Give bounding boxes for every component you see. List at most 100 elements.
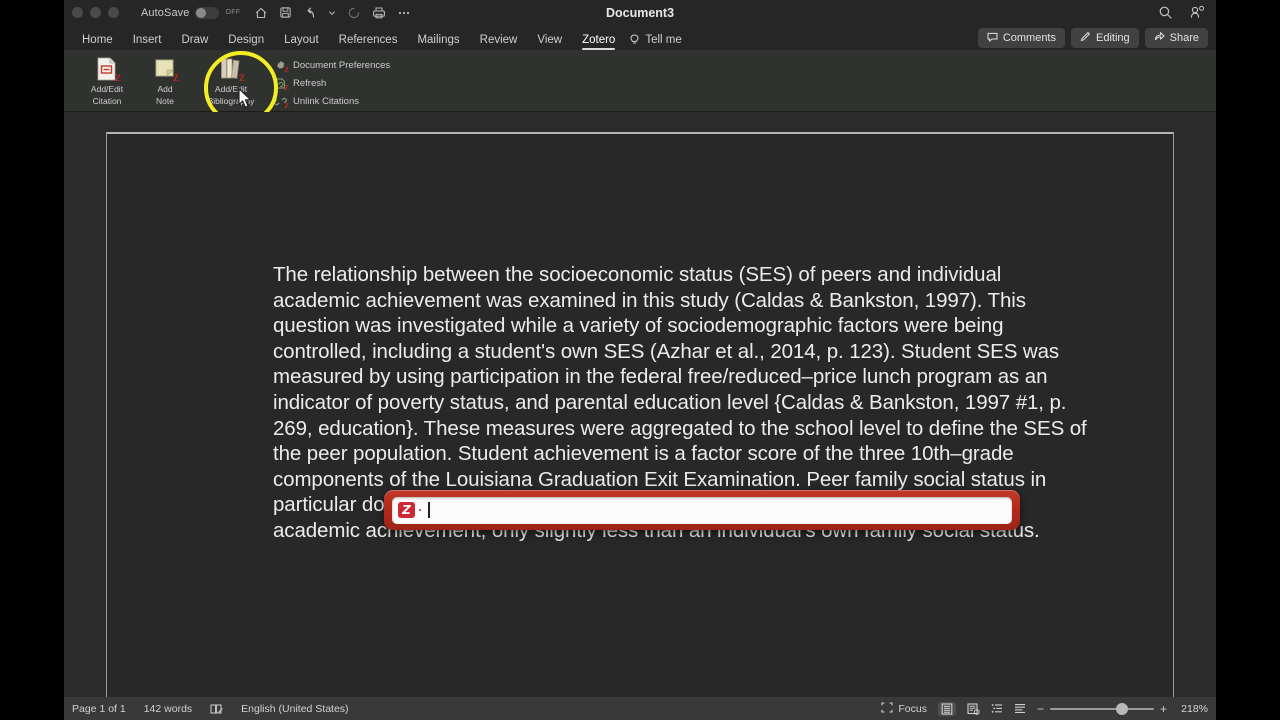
unlink-citations-icon: Z xyxy=(274,95,289,110)
document-preferences-button[interactable]: Z Document Preferences xyxy=(274,58,391,74)
autosave-toggle[interactable]: AutoSave OFF xyxy=(141,6,241,19)
comment-icon xyxy=(987,32,998,45)
zotero-badge: Z xyxy=(238,73,245,83)
quick-access-toolbar xyxy=(254,6,411,20)
add-edit-citation-button[interactable]: Z Add/Edit Citation xyxy=(78,54,136,106)
status-left: Page 1 of 1 142 words English (United St… xyxy=(72,703,349,715)
zotero-quick-citation-dialog[interactable]: Z xyxy=(384,490,1020,530)
refresh-icon: Z xyxy=(274,77,289,92)
close-button[interactable] xyxy=(72,7,83,18)
add-edit-bibliography-label-2: Bibliography xyxy=(207,96,255,106)
tab-mailings[interactable]: Mailings xyxy=(407,34,469,50)
language-indicator[interactable]: English (United States) xyxy=(241,703,348,715)
status-bar: Page 1 of 1 142 words English (United St… xyxy=(64,697,1216,720)
zotero-badge: Z xyxy=(284,66,289,74)
ribbon-tab-bar: Home Insert Draw Design Layout Reference… xyxy=(64,25,1216,50)
zoom-thumb[interactable] xyxy=(1115,702,1128,715)
editing-button[interactable]: Editing xyxy=(1071,28,1139,48)
document-preferences-icon: Z xyxy=(274,59,289,74)
draft-view-icon[interactable] xyxy=(1014,703,1026,714)
zotero-ribbon-menu: Z Document Preferences Z Refresh Z Unlin… xyxy=(274,54,391,110)
undo-icon[interactable] xyxy=(303,6,317,20)
focus-button[interactable]: Focus xyxy=(881,701,927,716)
save-icon[interactable] xyxy=(279,6,292,19)
add-edit-citation-label-2: Citation xyxy=(92,96,122,106)
proofing-icon[interactable] xyxy=(210,703,223,715)
add-edit-bibliography-label-1: Add/Edit xyxy=(214,84,248,94)
titlebar-right-icons xyxy=(1158,5,1206,20)
print-icon[interactable] xyxy=(372,6,386,20)
tell-me-label: Tell me xyxy=(645,34,682,46)
screen: AutoSave OFF Document3 Home Insert Draw … xyxy=(0,0,1280,720)
tab-home[interactable]: Home xyxy=(72,34,123,50)
document-preferences-label: Document Preferences xyxy=(293,60,391,71)
maximize-button[interactable] xyxy=(108,7,119,18)
zotero-badge: Z xyxy=(172,73,179,83)
window-controls[interactable] xyxy=(72,7,119,18)
zotero-badge: Z xyxy=(114,73,121,83)
unlink-citations-button[interactable]: Z Unlink Citations xyxy=(274,94,390,110)
zotero-badge: Z xyxy=(284,84,289,92)
zoom-slider[interactable]: − + xyxy=(1037,702,1167,715)
share-button[interactable]: Share xyxy=(1144,28,1208,48)
ribbon-actions: Comments Editing Share xyxy=(977,28,1208,48)
status-right: Focus − + 218% xyxy=(881,701,1208,716)
zotero-logo-dot xyxy=(419,509,421,511)
zotero-citation-input[interactable] xyxy=(433,502,1006,518)
page-indicator[interactable]: Page 1 of 1 xyxy=(72,703,126,715)
tab-view[interactable]: View xyxy=(527,34,572,50)
autosave-label: AutoSave xyxy=(141,6,190,19)
document-canvas[interactable]: The relationship between the socioeconom… xyxy=(64,112,1216,697)
autosave-knob xyxy=(195,7,206,18)
autosave-state: OFF xyxy=(225,9,241,16)
tab-review[interactable]: Review xyxy=(470,34,528,50)
share-label: Share xyxy=(1169,32,1199,44)
refresh-button[interactable]: Z Refresh xyxy=(274,76,390,92)
account-icon[interactable] xyxy=(1190,5,1206,20)
tab-references[interactable]: References xyxy=(329,34,408,50)
comments-button[interactable]: Comments xyxy=(977,28,1065,48)
zotero-citation-search-field[interactable]: Z xyxy=(392,496,1012,524)
redo-icon[interactable] xyxy=(347,6,361,20)
tell-me-button[interactable]: Tell me xyxy=(625,34,689,50)
tab-insert[interactable]: Insert xyxy=(123,34,172,50)
word-count[interactable]: 142 words xyxy=(144,703,192,715)
add-edit-citation-label-1: Add/Edit xyxy=(90,84,124,94)
tab-layout[interactable]: Layout xyxy=(274,34,329,50)
print-layout-icon[interactable] xyxy=(937,701,956,716)
add-edit-bibliography-button[interactable]: Z Add/Edit Bibliography xyxy=(194,54,268,106)
zoom-in-button[interactable]: + xyxy=(1160,703,1167,715)
chevron-down-icon[interactable] xyxy=(328,9,336,17)
add-note-label-2: Note xyxy=(156,96,174,106)
zoom-track[interactable] xyxy=(1049,702,1154,715)
text-caret xyxy=(428,502,430,518)
tab-zotero[interactable]: Zotero xyxy=(572,34,625,50)
lightbulb-icon xyxy=(629,34,640,46)
add-edit-bibliography-icon: Z xyxy=(218,56,245,83)
zoom-level[interactable]: 218% xyxy=(1178,703,1208,715)
unlink-citations-label: Unlink Citations xyxy=(293,96,359,107)
autosave-switch[interactable] xyxy=(194,6,219,19)
zotero-logo-icon: Z xyxy=(398,502,415,518)
web-layout-icon[interactable] xyxy=(967,702,980,715)
tab-design[interactable]: Design xyxy=(218,34,274,50)
pencil-icon xyxy=(1080,31,1091,45)
word-window: AutoSave OFF Document3 Home Insert Draw … xyxy=(64,0,1216,720)
document-page[interactable]: The relationship between the socioeconom… xyxy=(106,132,1174,697)
zoom-out-button[interactable]: − xyxy=(1037,703,1044,715)
search-icon[interactable] xyxy=(1158,5,1173,20)
add-note-icon: Z xyxy=(152,56,179,83)
refresh-label: Refresh xyxy=(293,78,327,89)
focus-label: Focus xyxy=(898,702,927,715)
add-note-button[interactable]: Z Add Note xyxy=(136,54,194,106)
add-edit-citation-icon: Z xyxy=(94,56,121,83)
comments-label: Comments xyxy=(1002,32,1056,44)
home-icon[interactable] xyxy=(254,6,268,20)
outline-view-icon[interactable] xyxy=(991,703,1003,714)
tab-draw[interactable]: Draw xyxy=(171,34,218,50)
zotero-badge: Z xyxy=(284,102,289,110)
add-note-label-1: Add xyxy=(157,84,173,94)
more-icon[interactable] xyxy=(397,10,411,16)
title-bar: AutoSave OFF Document3 xyxy=(64,0,1216,25)
minimize-button[interactable] xyxy=(90,7,101,18)
